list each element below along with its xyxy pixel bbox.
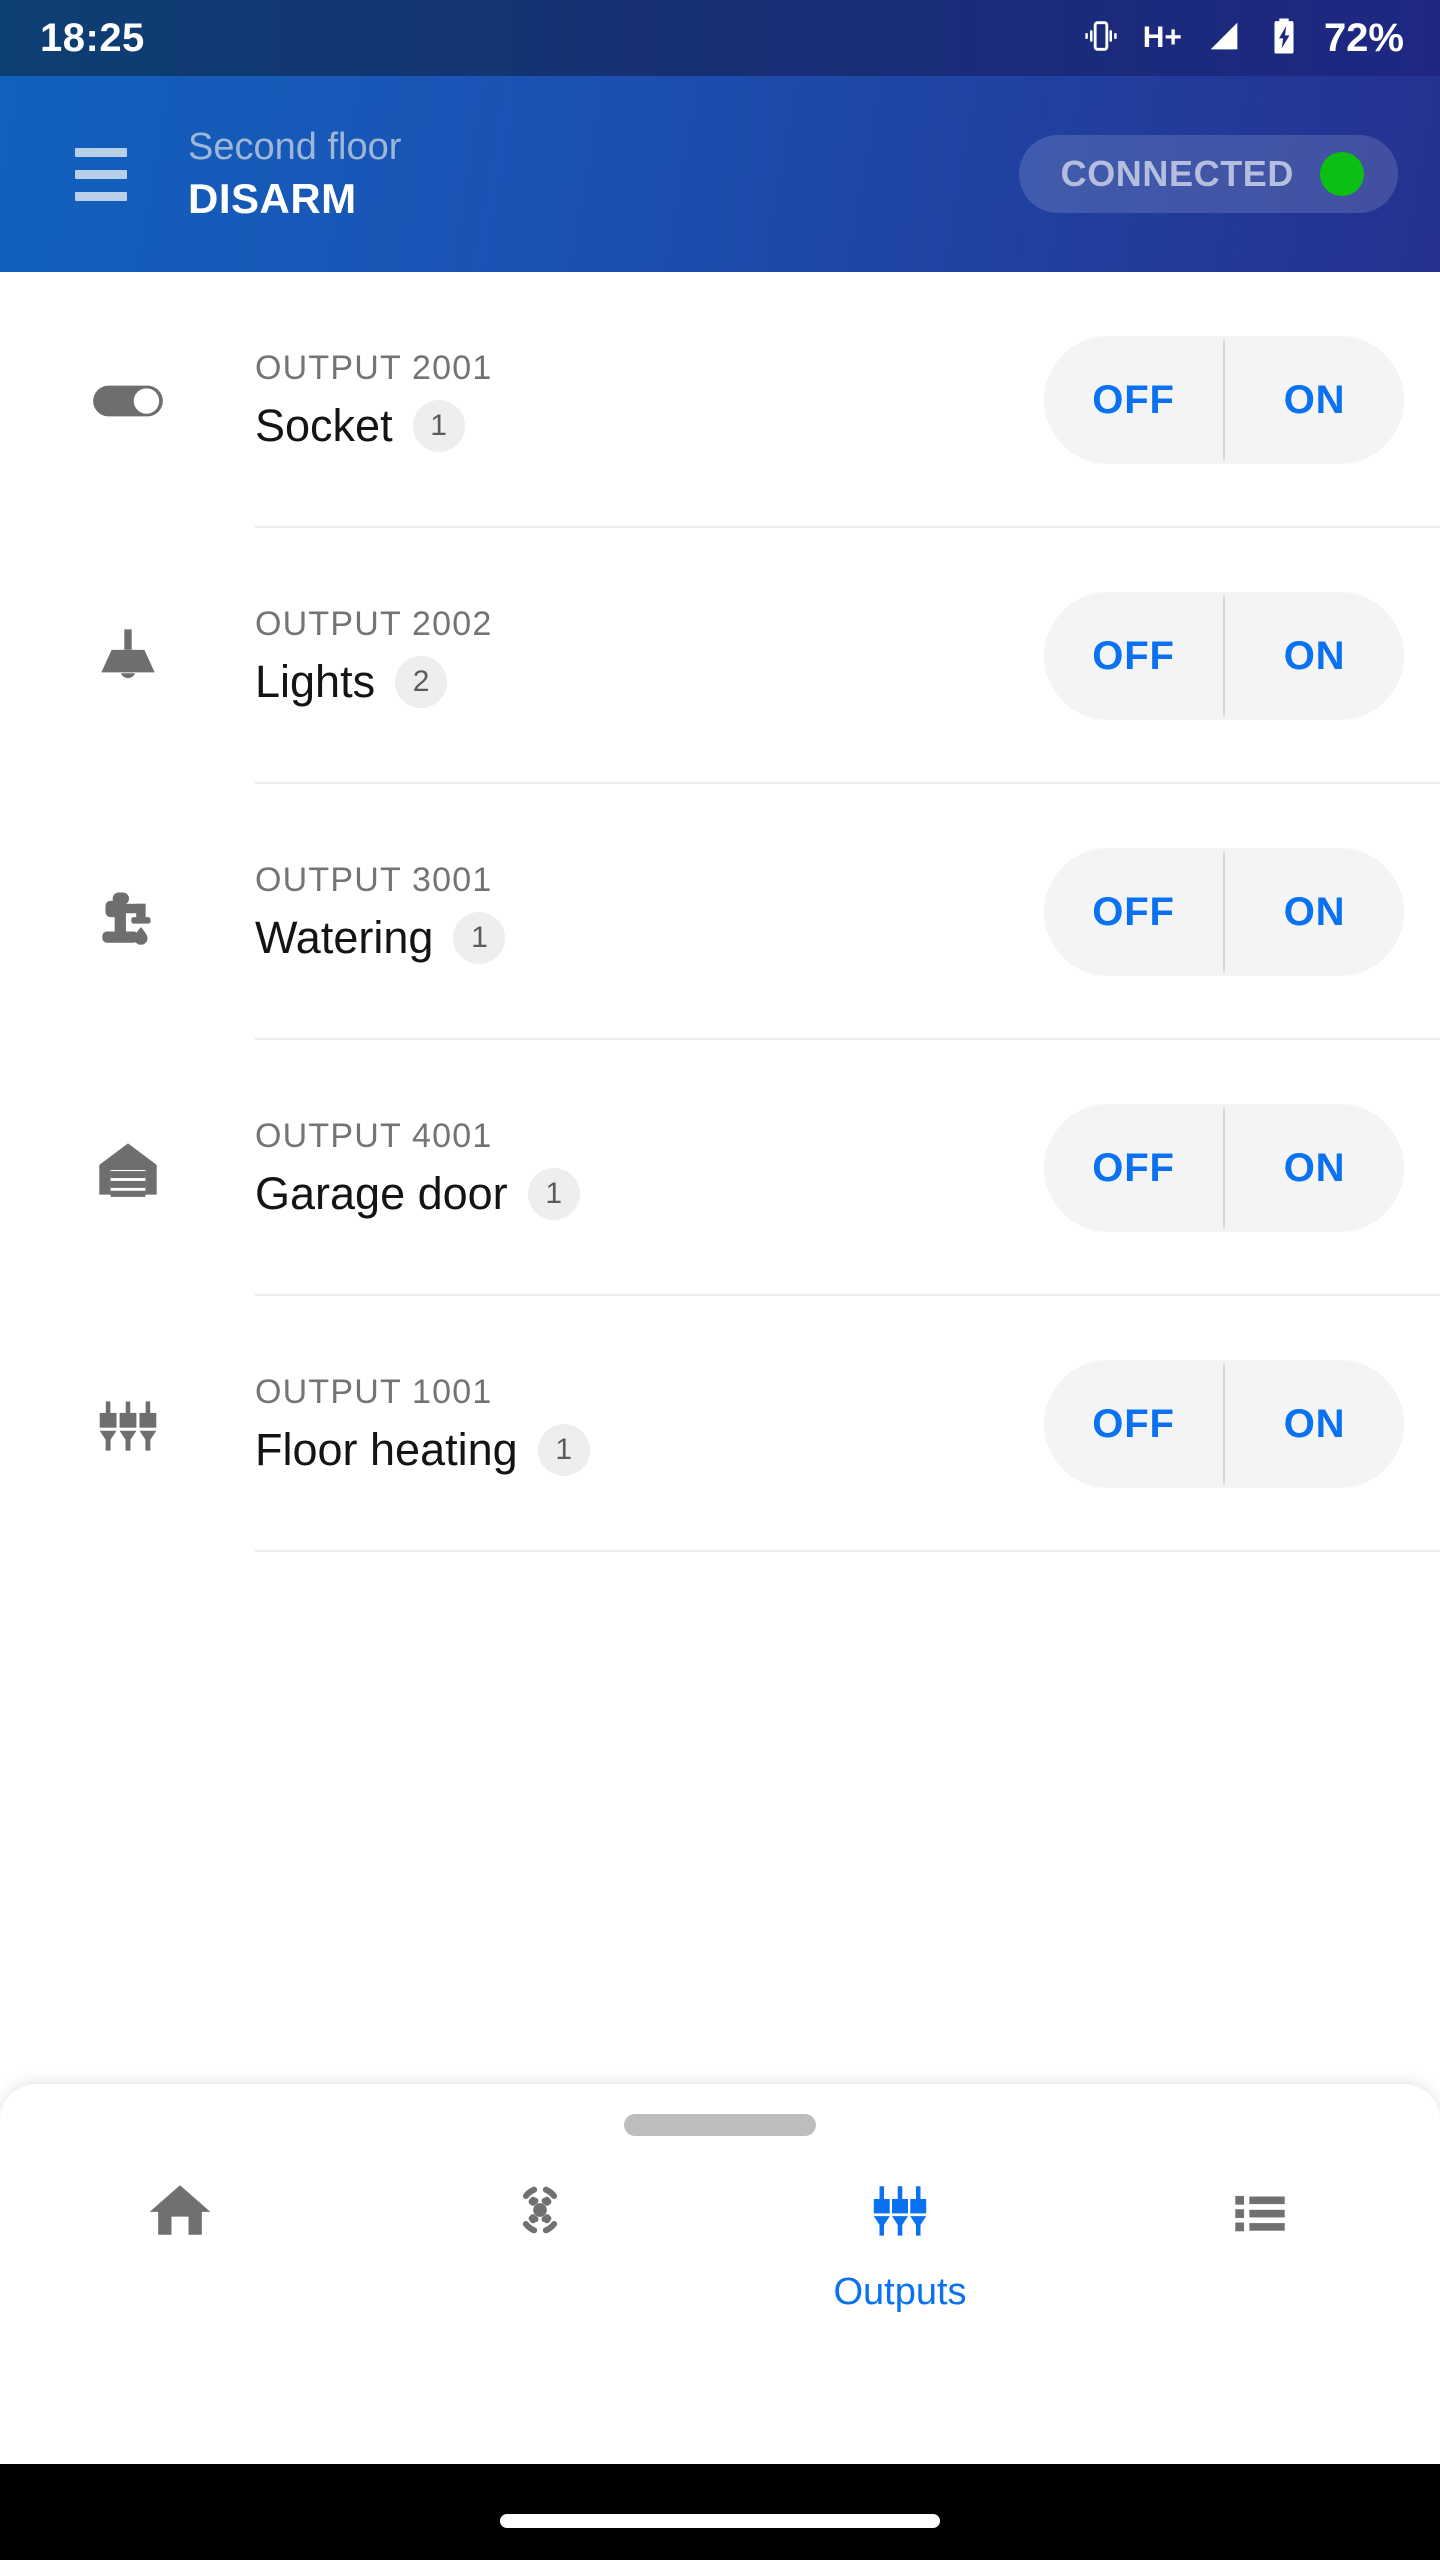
output-info: OUTPUT 3001 Watering 1 [255, 861, 1044, 964]
hamburger-menu-icon[interactable] [42, 147, 160, 201]
output-off-button[interactable]: OFF [1044, 848, 1223, 976]
bottom-navigation-bar: Outputs [0, 2136, 1440, 2386]
output-info: OUTPUT 4001 Garage door 1 [255, 1117, 1044, 1220]
output-row-floor-heating[interactable]: OUTPUT 1001 Floor heating 1 OFF ON [0, 1296, 1440, 1552]
output-name-line: Socket 1 [255, 399, 1044, 452]
output-count-badge: 1 [527, 1167, 580, 1220]
outputs-list: OUTPUT 2001 Socket 1 OFF ON OUTPUT 2002 … [0, 272, 1440, 1552]
output-off-button[interactable]: OFF [1044, 336, 1223, 464]
output-on-button[interactable]: ON [1225, 1360, 1404, 1488]
connection-status-dot [1320, 152, 1364, 196]
output-toggle-group: OFF ON [1044, 1360, 1404, 1488]
status-bar-icons: H+ 72% [1081, 16, 1404, 61]
water-tap-icon [0, 871, 255, 953]
hamburger-line [75, 191, 127, 201]
system-gesture-area [0, 2464, 1440, 2560]
motion-sensor-icon [502, 2172, 578, 2253]
output-name-line: Lights 2 [255, 655, 1044, 708]
app-bar: Second floor DISARM CONNECTED [0, 76, 1440, 272]
hamburger-line [75, 147, 127, 157]
output-info: OUTPUT 2001 Socket 1 [255, 349, 1044, 452]
toggle-switch-icon [0, 359, 255, 441]
output-count-badge: 1 [537, 1423, 590, 1476]
output-id-label: OUTPUT 2001 [255, 348, 493, 387]
hamburger-line [75, 169, 127, 179]
bottom-sheet: Outputs [0, 2084, 1440, 2464]
output-count-badge: 2 [395, 655, 448, 708]
output-name-label: Socket [255, 399, 393, 451]
garage-door-icon [0, 1127, 255, 1209]
nav-label-outputs: Outputs [833, 2271, 967, 2313]
output-name-label: Garage door [255, 1167, 508, 1219]
home-icon [142, 2172, 218, 2253]
app-bar-subtitle: Second floor [188, 126, 402, 169]
output-info: OUTPUT 1001 Floor heating 1 [255, 1373, 1044, 1476]
output-toggle-group: OFF ON [1044, 336, 1404, 464]
app-bar-titles: Second floor DISARM [188, 126, 1019, 222]
output-on-button[interactable]: ON [1225, 336, 1404, 464]
status-bar-clock: 18:25 [40, 15, 145, 60]
output-on-button[interactable]: ON [1225, 1104, 1404, 1232]
vibrate-icon [1081, 16, 1121, 61]
output-toggle-group: OFF ON [1044, 848, 1404, 976]
output-count-badge: 1 [412, 399, 465, 452]
output-id-label: OUTPUT 1001 [255, 1372, 493, 1411]
output-name-label: Floor heating [255, 1423, 518, 1475]
nav-item-list[interactable] [1080, 2172, 1440, 2271]
ceiling-lamp-icon [0, 615, 255, 697]
battery-percent-label: 72% [1323, 15, 1404, 60]
output-toggle-group: OFF ON [1044, 592, 1404, 720]
outputs-connector-icon [862, 2172, 938, 2253]
list-icon [1222, 2172, 1298, 2253]
output-off-button[interactable]: OFF [1044, 592, 1223, 720]
output-toggle-group: OFF ON [1044, 1104, 1404, 1232]
network-type-label: H+ [1142, 21, 1182, 54]
output-on-button[interactable]: ON [1225, 848, 1404, 976]
nav-item-outputs[interactable]: Outputs [720, 2172, 1080, 2314]
output-id-label: OUTPUT 3001 [255, 860, 493, 899]
output-off-button[interactable]: OFF [1044, 1360, 1223, 1488]
output-name-line: Watering 1 [255, 911, 1044, 964]
battery-charging-icon [1266, 16, 1302, 61]
output-row-socket[interactable]: OUTPUT 2001 Socket 1 OFF ON [0, 272, 1440, 528]
output-name-label: Lights [255, 655, 376, 707]
connection-status-badge[interactable]: CONNECTED [1018, 135, 1398, 213]
output-name-label: Watering [255, 911, 434, 963]
nav-item-home[interactable] [0, 2172, 360, 2271]
nav-item-sensors[interactable] [360, 2172, 720, 2271]
output-name-line: Garage door 1 [255, 1167, 1044, 1220]
outputs-connector-icon [0, 1383, 255, 1465]
connection-status-label: CONNECTED [1060, 153, 1294, 194]
output-id-label: OUTPUT 2002 [255, 604, 493, 643]
output-off-button[interactable]: OFF [1044, 1104, 1223, 1232]
output-info: OUTPUT 2002 Lights 2 [255, 605, 1044, 708]
status-bar: 18:25 H+ 72% [0, 0, 1440, 76]
output-on-button[interactable]: ON [1225, 592, 1404, 720]
row-divider [255, 1550, 1440, 1552]
output-row-garage-door[interactable]: OUTPUT 4001 Garage door 1 OFF ON [0, 1040, 1440, 1296]
output-count-badge: 1 [453, 911, 506, 964]
bottom-sheet-drag-handle[interactable] [624, 2114, 816, 2136]
output-row-watering[interactable]: OUTPUT 3001 Watering 1 OFF ON [0, 784, 1440, 1040]
system-gesture-bar[interactable] [500, 2514, 940, 2528]
signal-icon [1204, 16, 1244, 61]
output-id-label: OUTPUT 4001 [255, 1116, 493, 1155]
output-name-line: Floor heating 1 [255, 1423, 1044, 1476]
output-row-lights[interactable]: OUTPUT 2002 Lights 2 OFF ON [0, 528, 1440, 784]
page-title: DISARM [188, 174, 357, 222]
phone-screen: 18:25 H+ 72% Second floor DISARM CONNECT… [0, 0, 1440, 2560]
